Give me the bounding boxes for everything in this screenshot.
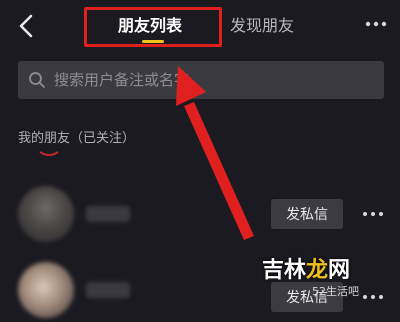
watermark: 吉林龙网 xyxy=(262,258,351,283)
friend-name-blurred xyxy=(86,282,130,298)
search-icon xyxy=(29,72,45,88)
top-bar: 朋友列表 发现朋友 xyxy=(0,0,400,52)
chevron-left-icon[interactable] xyxy=(16,13,38,39)
more-horizontal-icon[interactable] xyxy=(364,18,388,30)
decoration-mark xyxy=(39,151,59,156)
send-message-button[interactable]: 发私信 xyxy=(271,199,343,229)
highlight-box xyxy=(84,7,222,47)
tab-discover-friends[interactable]: 发现朋友 xyxy=(230,12,294,40)
friend-name-blurred xyxy=(86,206,130,222)
more-horizontal-icon[interactable] xyxy=(362,210,384,218)
watermark-sub: 52生活吧 xyxy=(312,285,359,298)
avatar[interactable] xyxy=(18,186,74,242)
avatar[interactable] xyxy=(18,262,74,318)
section-title: 我的朋友（已关注） xyxy=(18,131,136,146)
annotation-arrow xyxy=(176,66,254,240)
